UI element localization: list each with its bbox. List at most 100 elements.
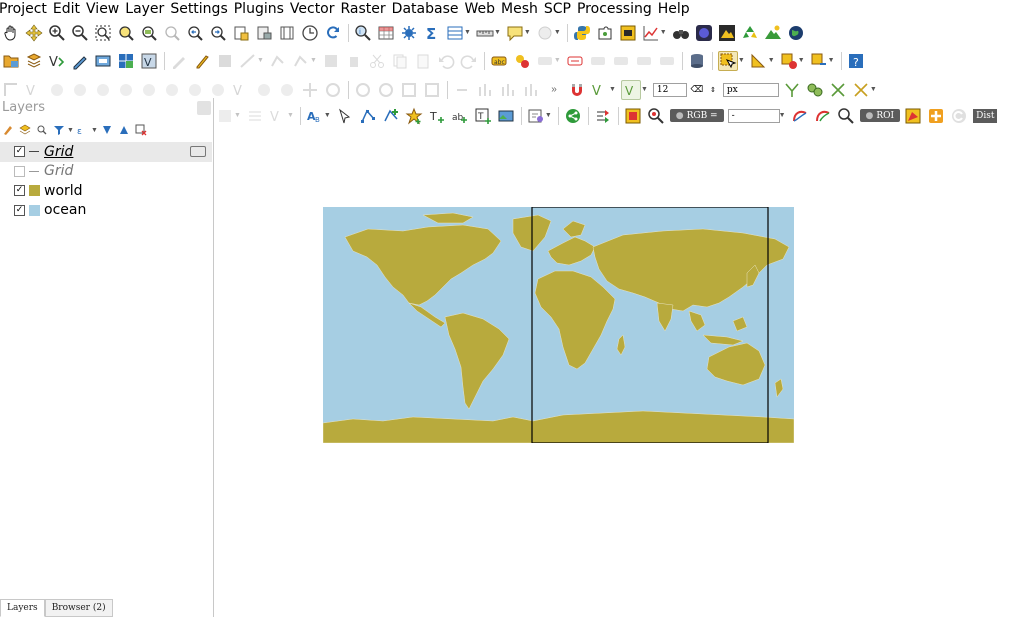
recycle-icon[interactable] [741, 24, 759, 42]
dropdown-arrow-icon[interactable]: ▼ [494, 29, 501, 36]
layer-item-grid[interactable]: ✓ Grid [0, 142, 212, 162]
menu-help[interactable]: Help [658, 0, 695, 19]
layer-item-world[interactable]: ✓ world [0, 181, 212, 201]
text-label-icon[interactable]: AB [306, 107, 324, 125]
add-part-icon[interactable] [94, 81, 112, 99]
label-pin-icon[interactable] [513, 52, 531, 70]
select-area-icon[interactable] [750, 52, 768, 70]
show-bookmarks-icon[interactable] [255, 24, 273, 42]
reshape-icon[interactable] [186, 81, 204, 99]
label-rotate-icon[interactable] [589, 52, 607, 70]
trash-icon[interactable] [345, 52, 363, 70]
label-preview-icon[interactable] [635, 52, 653, 70]
dropdown-arrow-icon[interactable]: ▼ [768, 57, 775, 64]
python-icon[interactable] [573, 24, 591, 42]
expand-all-icon[interactable] [101, 124, 113, 136]
dropdown-arrow-icon[interactable]: ▼ [798, 57, 805, 64]
dropdown-arrow-icon[interactable]: ▼ [641, 86, 648, 93]
polygon-digitize-icon[interactable] [423, 81, 441, 99]
add-node-icon[interactable] [382, 107, 400, 125]
text-annotation-icon[interactable] [536, 24, 554, 42]
help-icon[interactable]: ? [847, 52, 865, 70]
deselect-icon[interactable] [780, 52, 798, 70]
shape-digitize-icon[interactable] [354, 81, 372, 99]
add-point-icon[interactable] [405, 107, 423, 125]
split-features-icon[interactable]: V [232, 81, 250, 99]
map-tips-icon[interactable] [506, 24, 524, 42]
chart-icon[interactable] [642, 24, 660, 42]
select-value-icon[interactable] [810, 52, 828, 70]
edit-icon[interactable] [193, 52, 211, 70]
collapse-all-icon[interactable] [118, 124, 130, 136]
delete-part-icon[interactable] [163, 81, 181, 99]
align-icon[interactable] [246, 107, 264, 125]
script-icon[interactable] [527, 107, 545, 125]
simplify-icon[interactable] [48, 81, 66, 99]
new-bookmark-icon[interactable] [232, 24, 250, 42]
new-layer-icon[interactable] [25, 52, 43, 70]
layout-icon[interactable] [216, 107, 234, 125]
snapping-vertex-icon[interactable]: V [620, 79, 641, 100]
dropdown-arrow-icon[interactable]: ▼ [310, 57, 317, 64]
menu-settings[interactable]: Settings [170, 0, 232, 19]
text-box-icon[interactable]: T [474, 107, 492, 125]
bar-chart-2-icon[interactable] [499, 81, 517, 99]
menu-mesh[interactable]: Mesh [501, 0, 543, 19]
menu-edit[interactable]: Edit [53, 0, 85, 19]
vertex-editor-icon[interactable]: V [269, 107, 287, 125]
zoom-to-selection-icon[interactable] [117, 24, 135, 42]
menu-raster[interactable]: Raster [341, 0, 391, 19]
vertex-tool-icon[interactable] [269, 52, 287, 70]
pan-icon[interactable] [2, 24, 20, 42]
layer-visibility-checkbox[interactable] [14, 165, 25, 177]
roi-add-icon[interactable] [927, 107, 945, 125]
measure-icon[interactable] [476, 24, 494, 42]
delete-icon[interactable] [322, 52, 340, 70]
zoom-full-icon[interactable] [94, 24, 112, 42]
layer-visibility-checkbox[interactable]: ✓ [14, 185, 25, 197]
clock-icon[interactable] [301, 24, 319, 42]
rgb-select[interactable]: - [727, 108, 780, 123]
menu-view[interactable]: View [86, 0, 124, 19]
text-add-icon[interactable]: T [428, 107, 446, 125]
dropdown-arrow-icon[interactable]: ▼ [660, 29, 667, 36]
intersection-icon[interactable] [852, 81, 870, 99]
select-feature-icon[interactable] [717, 50, 738, 71]
circle-digitize-icon[interactable] [377, 81, 395, 99]
fill-ring-icon[interactable] [117, 81, 135, 99]
panel-close-button[interactable] [197, 101, 211, 115]
add-wms-icon[interactable]: V [140, 52, 158, 70]
tab-browser[interactable]: Browser (2) [44, 599, 113, 617]
cut-icon[interactable] [368, 52, 386, 70]
zoom-in-icon[interactable] [48, 24, 66, 42]
zoom-out-icon[interactable] [71, 24, 89, 42]
label-move-icon[interactable] [536, 52, 554, 70]
add-group-icon[interactable] [19, 124, 31, 136]
rectangle-digitize-icon[interactable] [400, 81, 418, 99]
paste-icon[interactable] [414, 52, 432, 70]
snapping-tolerance-input[interactable]: 12 [652, 82, 687, 97]
pencil-icon[interactable] [170, 52, 188, 70]
layer-visibility-checkbox[interactable]: ✓ [14, 146, 25, 158]
label-change-icon[interactable] [612, 52, 630, 70]
filter-expression-icon[interactable]: ε [77, 124, 89, 136]
redo-icon[interactable] [460, 52, 478, 70]
zoom-native-icon[interactable] [163, 24, 181, 42]
menu-layer[interactable]: Layer [125, 0, 169, 19]
topology-icon[interactable] [806, 81, 824, 99]
dropdown-arrow-icon[interactable]: ▼ [870, 86, 877, 93]
filter-legend-icon[interactable] [36, 124, 48, 136]
roi-polygon-icon[interactable] [904, 107, 922, 125]
menu-web[interactable]: Web [464, 0, 500, 19]
attribute-table-icon[interactable] [377, 24, 395, 42]
merge-features-icon[interactable] [278, 81, 296, 99]
dropdown-arrow-icon[interactable]: ▼ [545, 112, 552, 119]
dropdown-arrow-icon[interactable]: ▼ [287, 112, 294, 119]
filter-icon[interactable] [53, 124, 65, 136]
scp-icon[interactable] [619, 24, 637, 42]
spinner-icon[interactable]: ⇕ [708, 81, 718, 99]
field-calculator-icon[interactable] [446, 24, 464, 42]
style-icon[interactable] [2, 124, 14, 136]
flow-icon[interactable] [594, 107, 612, 125]
offset-curve-icon[interactable] [209, 81, 227, 99]
